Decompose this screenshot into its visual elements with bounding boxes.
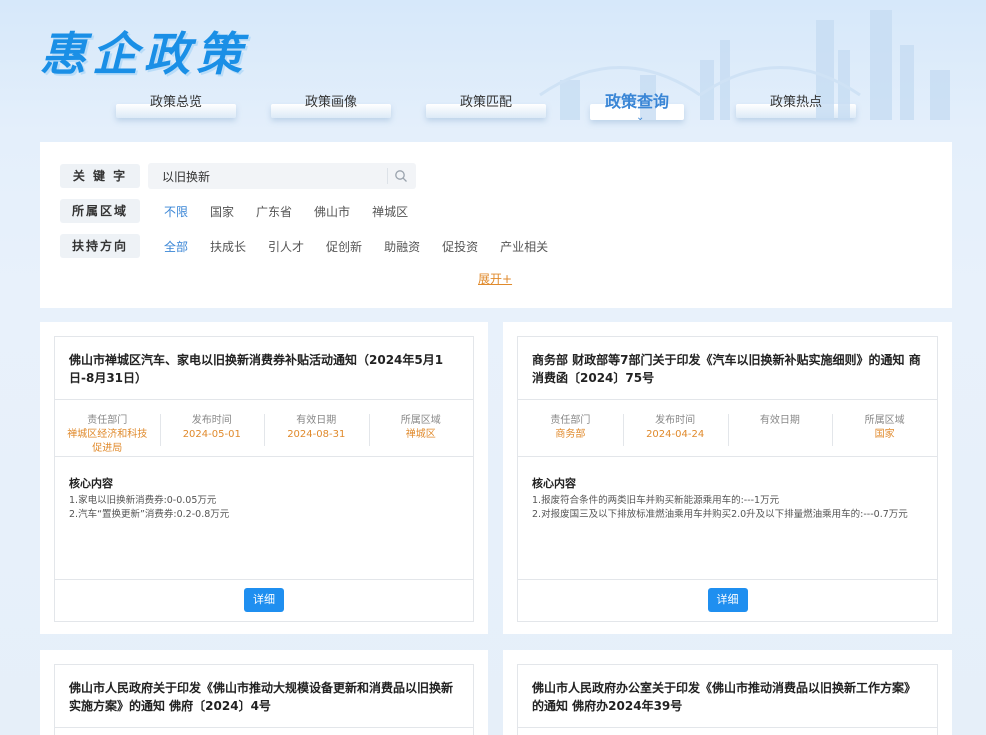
search-icon[interactable]: [394, 169, 408, 183]
nav-tab-overview[interactable]: 政策总览: [116, 82, 236, 122]
region-option[interactable]: 不限: [164, 203, 188, 220]
nav-tab-profile[interactable]: 政策画像: [271, 82, 391, 122]
keyword-label: 关 键 字: [60, 164, 140, 188]
policy-title[interactable]: 佛山市禅城区汽车、家电以旧换新消费券补贴活动通知（2024年5月1日-8月31日…: [69, 351, 459, 387]
meta-publish-value: 2024-05-01: [182, 429, 241, 440]
support-option[interactable]: 扶成长: [210, 238, 246, 255]
core-content: 核心内容 1.家电以旧换新消费券:0-0.05万元 2.汽车“置换更新”消费券:…: [69, 475, 459, 522]
meta-region-label: 所属区域: [400, 415, 441, 426]
nav-tab-hot[interactable]: 政策热点: [736, 82, 856, 122]
core-title: 核心内容: [532, 477, 576, 490]
nav-tab-label: 政策匹配: [459, 95, 512, 110]
meta-publish-label: 发布时间: [655, 415, 696, 426]
support-option[interactable]: 引人才: [268, 238, 304, 255]
meta-dept-label: 责任部门: [550, 415, 591, 426]
region-option[interactable]: 佛山市: [314, 203, 350, 220]
search-box: [148, 163, 416, 189]
region-option[interactable]: 广东省: [256, 203, 292, 220]
meta-dept-label: 责任部门: [87, 415, 128, 426]
main-nav: 政策总览 政策画像 政策匹配 政策查询 ⌄ 政策热点: [0, 82, 986, 130]
nav-tab-query[interactable]: 政策查询 ⌄: [581, 82, 693, 123]
site-logo: 惠企政策: [40, 27, 248, 81]
expand-link[interactable]: 展开+: [478, 270, 512, 287]
policy-card: 佛山市禅城区汽车、家电以旧换新消费券补贴活动通知（2024年5月1日-8月31日…: [54, 336, 474, 622]
detail-button[interactable]: 详细: [707, 588, 748, 612]
policy-title[interactable]: 佛山市人民政府办公室关于印发《佛山市推动消费品以旧换新工作方案》的通知 佛府办2…: [532, 679, 923, 715]
core-title: 核心内容: [69, 477, 113, 490]
policy-card-wrapper: 佛山市人民政府关于印发《佛山市推动大规模设备更新和消费品以旧换新实施方案》的通知…: [40, 650, 488, 735]
meta-publish-label: 发布时间: [191, 415, 232, 426]
region-options: 不限 国家 广东省 佛山市 禅城区: [164, 203, 430, 220]
nav-tab-label: 政策画像: [304, 95, 357, 110]
policy-card-wrapper: 佛山市禅城区汽车、家电以旧换新消费券补贴活动通知（2024年5月1日-8月31日…: [40, 322, 488, 634]
core-line: 1.报废符合条件的两类旧车并购买新能源乘用车的:---1万元: [532, 495, 780, 506]
support-option[interactable]: 全部: [164, 238, 188, 255]
meta-dept-value: 禅城区经济和科技促进局: [67, 429, 148, 454]
keyword-row: 关 键 字: [60, 163, 416, 189]
policy-card: 商务部 财政部等7部门关于印发《汽车以旧换新补贴实施细则》的通知 商消费函〔20…: [517, 336, 938, 622]
policy-card: 佛山市人民政府关于印发《佛山市推动大规模设备更新和消费品以旧换新实施方案》的通知…: [54, 664, 474, 735]
support-label: 扶持方向: [60, 234, 140, 258]
meta-region-value: 国家: [874, 429, 895, 440]
policy-title[interactable]: 商务部 财政部等7部门关于印发《汽车以旧换新补贴实施细则》的通知 商消费函〔20…: [532, 351, 923, 387]
policy-card-wrapper: 商务部 财政部等7部门关于印发《汽车以旧换新补贴实施细则》的通知 商消费函〔20…: [503, 322, 952, 634]
support-option[interactable]: 助融资: [384, 238, 420, 255]
support-option[interactable]: 促创新: [326, 238, 362, 255]
policy-card: 佛山市人民政府办公室关于印发《佛山市推动消费品以旧换新工作方案》的通知 佛府办2…: [517, 664, 938, 735]
support-row: 扶持方向 全部 扶成长 引人才 促创新 助融资 促投资 产业相关: [60, 234, 570, 258]
support-options: 全部 扶成长 引人才 促创新 助融资 促投资 产业相关: [164, 238, 570, 255]
region-row: 所属区域 不限 国家 广东省 佛山市 禅城区: [60, 199, 430, 223]
meta-region-value: 禅城区: [405, 429, 436, 440]
nav-tab-label: 政策总览: [149, 95, 202, 110]
core-line: 1.家电以旧换新消费券:0-0.05万元: [69, 495, 217, 506]
policy-title[interactable]: 佛山市人民政府关于印发《佛山市推动大规模设备更新和消费品以旧换新实施方案》的通知…: [69, 679, 459, 715]
search-input[interactable]: [148, 169, 378, 183]
nav-tab-match[interactable]: 政策匹配: [426, 82, 546, 122]
meta-valid-label: 有效日期: [296, 415, 337, 426]
meta-region-label: 所属区域: [864, 415, 905, 426]
meta-valid-value: 2024-08-31: [287, 429, 346, 440]
policy-card-wrapper: 佛山市人民政府办公室关于印发《佛山市推动消费品以旧换新工作方案》的通知 佛府办2…: [503, 650, 952, 735]
core-line: 2.汽车“置换更新”消费券:0.2-0.8万元: [69, 509, 230, 520]
region-label: 所属区域: [60, 199, 140, 223]
policy-meta: 责任部门 商务部 发布时间 2024-04-24 有效日期 所属区域 国家: [518, 399, 937, 457]
region-option[interactable]: 禅城区: [372, 203, 408, 220]
nav-tab-label: 政策热点: [769, 95, 822, 110]
detail-button[interactable]: 详细: [244, 588, 284, 612]
filter-panel: 关 键 字 所属区域 不限 国家 广东省 佛山市 禅城区 扶持方向 全部 扶成长…: [40, 142, 952, 308]
meta-dept-value: 商务部: [555, 429, 586, 440]
nav-tab-label: 政策查询: [604, 92, 669, 111]
meta-publish-value: 2024-04-24: [646, 429, 705, 440]
support-option[interactable]: 产业相关: [500, 238, 548, 255]
core-line: 2.对报废国三及以下排放标准燃油乘用车并购买2.0升及以下排量燃油乘用车的:--…: [532, 509, 908, 520]
meta-valid-label: 有效日期: [759, 415, 800, 426]
core-content: 核心内容 1.报废符合条件的两类旧车并购买新能源乘用车的:---1万元 2.对报…: [532, 475, 923, 522]
chevron-down-icon: ⌄: [636, 112, 645, 123]
region-option[interactable]: 国家: [210, 203, 234, 220]
policy-meta: 责任部门 禅城区经济和科技促进局 发布时间 2024-05-01 有效日期 20…: [55, 399, 473, 457]
support-option[interactable]: 促投资: [442, 238, 478, 255]
